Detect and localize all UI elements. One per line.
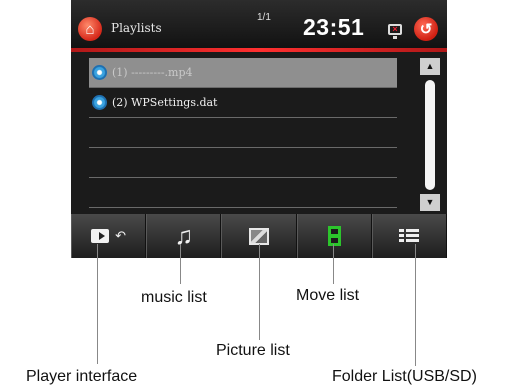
- list-item-label: (1) ---------.mp4: [112, 66, 193, 79]
- callout-line-move: [333, 244, 334, 284]
- scrollbar[interactable]: ▲ ▼: [420, 58, 440, 211]
- file-icon: [92, 65, 107, 80]
- player-interface-button[interactable]: ↶: [71, 214, 147, 258]
- list-item[interactable]: [89, 118, 397, 148]
- playlist: (1) ---------.mp4 (2) WPSettings.dat: [89, 58, 397, 208]
- callout-picture-list: Picture list: [216, 342, 290, 359]
- back-arrow-icon: ↺: [419, 20, 433, 38]
- return-arrow-icon: ↶: [115, 228, 127, 243]
- page-title: Playlists: [111, 21, 162, 35]
- scroll-up-button[interactable]: ▲: [420, 58, 440, 75]
- list-item-label: (2) WPSettings.dat: [112, 96, 218, 109]
- callout-move-list: Move list: [296, 287, 360, 304]
- screen-off-icon[interactable]: ×: [388, 24, 402, 39]
- clock: 23:51: [303, 14, 365, 40]
- callout-line-player: [97, 244, 98, 364]
- callout-line-folder: [415, 244, 416, 366]
- callout-folder-list: Folder List(USB/SD): [332, 368, 477, 385]
- scroll-down-button[interactable]: ▼: [420, 194, 440, 211]
- callout-music-list: music list: [141, 289, 207, 306]
- list-item[interactable]: (2) WPSettings.dat: [89, 88, 397, 118]
- callout-line-music: [180, 244, 181, 284]
- folder-list-button[interactable]: [371, 214, 447, 258]
- picture-icon: [249, 227, 269, 245]
- callout-line-picture: [259, 244, 260, 340]
- title-bar: ⌂ Playlists 1/1 23:51 × ↺: [71, 0, 447, 48]
- home-button[interactable]: ⌂: [78, 17, 102, 41]
- back-button[interactable]: ↺: [414, 17, 438, 41]
- folder-list-icon: [399, 229, 420, 243]
- list-item[interactable]: (1) ---------.mp4: [89, 58, 397, 88]
- movie-list-button[interactable]: [296, 214, 372, 258]
- music-note-icon: ♫: [174, 221, 194, 250]
- page-indicator: 1/1: [257, 12, 271, 23]
- movie-icon: [327, 226, 341, 246]
- home-icon: ⌂: [85, 20, 95, 38]
- list-item[interactable]: [89, 178, 397, 208]
- callout-player-interface: Player interface: [26, 368, 138, 385]
- player-interface-icon: [91, 229, 110, 243]
- scroll-thumb[interactable]: [425, 80, 435, 190]
- music-list-button[interactable]: ♫: [146, 214, 222, 258]
- list-item[interactable]: [89, 148, 397, 178]
- device-screen: ⌂ Playlists 1/1 23:51 × ↺ (1) ---------.…: [71, 0, 447, 258]
- file-icon: [92, 95, 107, 110]
- header-divider: [71, 48, 447, 52]
